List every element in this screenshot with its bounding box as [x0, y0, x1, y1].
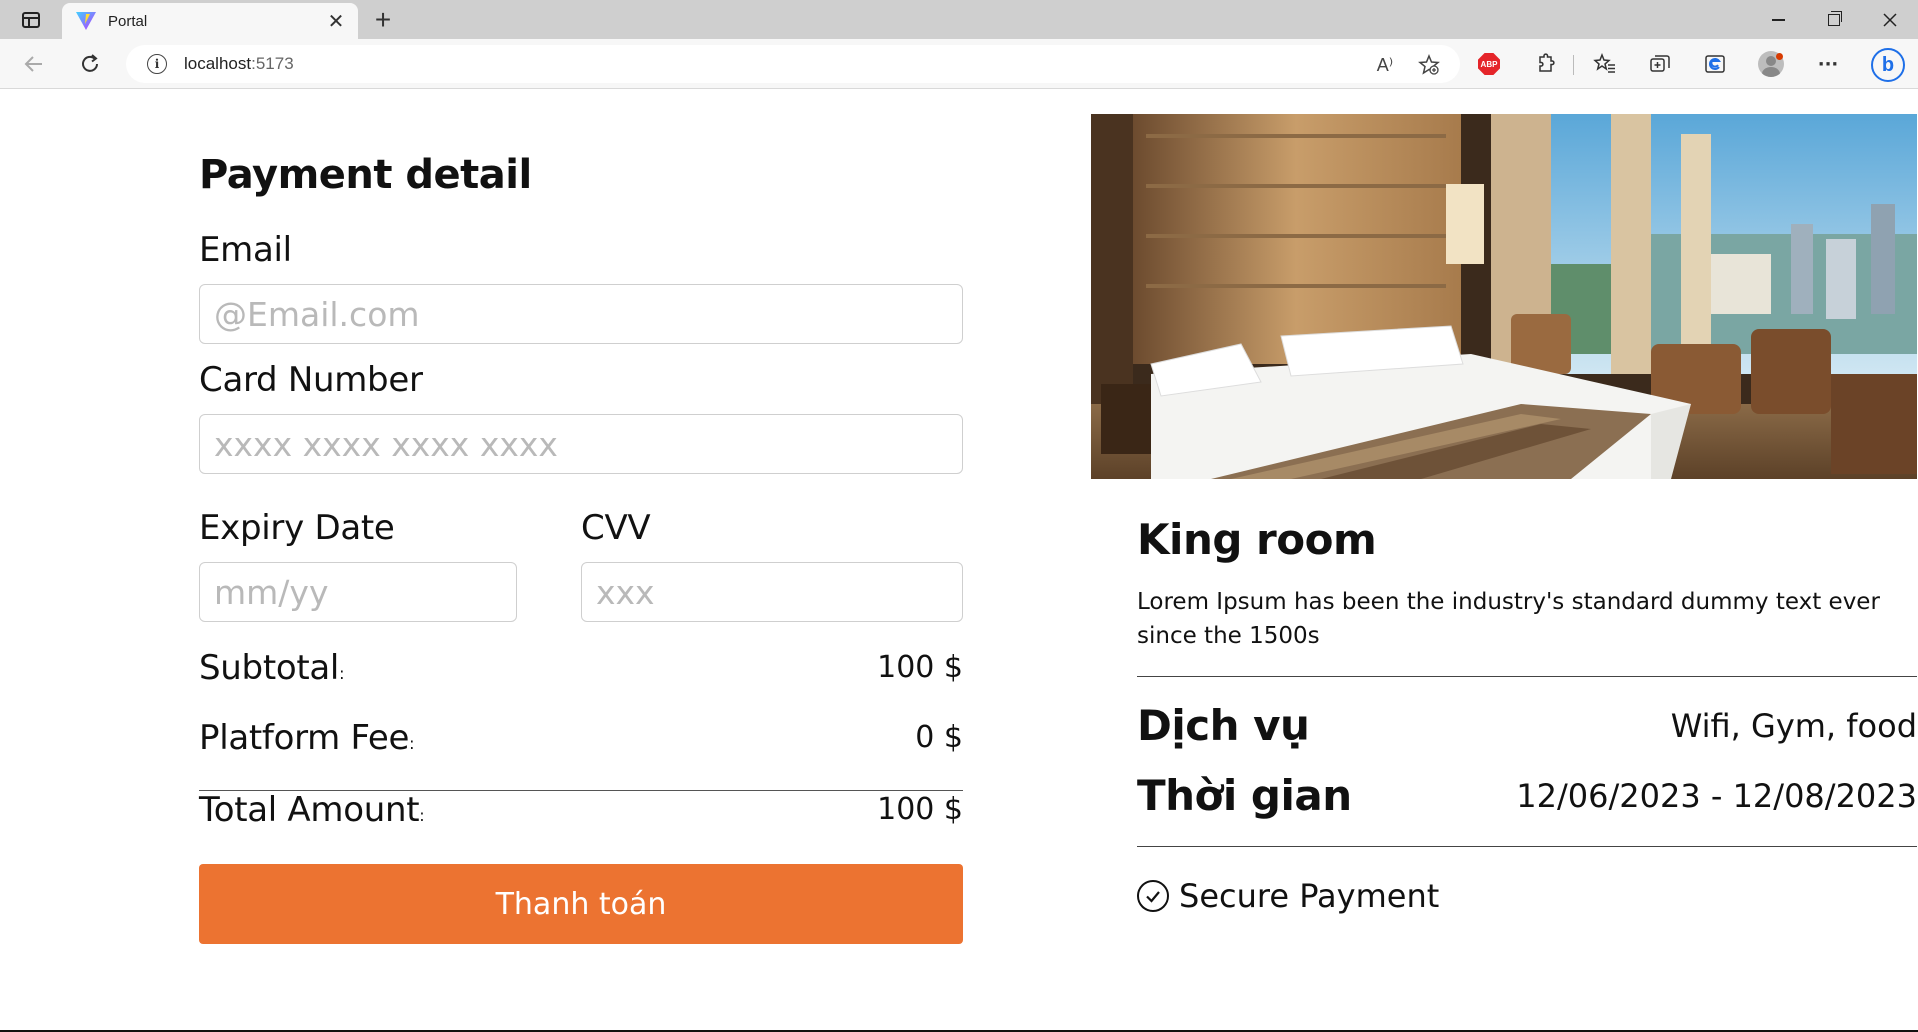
- toolbar-separator: [1573, 55, 1574, 75]
- room-divider-top: [1137, 676, 1917, 677]
- room-photo: [1091, 114, 1917, 479]
- address-bar[interactable]: i localhost:5173 A⁾: [126, 45, 1460, 83]
- total-amount-label: Total Amount:: [199, 790, 425, 830]
- tab-actions-icon[interactable]: [14, 7, 48, 33]
- platform-fee-value: 0 $: [915, 720, 963, 755]
- browser-toolbar: i localhost:5173 A⁾ ABP ··· b: [0, 39, 1918, 89]
- new-tab-button[interactable]: +: [368, 4, 398, 35]
- room-title: King room: [1137, 515, 1377, 564]
- total-amount-value: 100 $: [877, 792, 963, 827]
- profile-avatar[interactable]: [1756, 50, 1786, 78]
- favorites-icon[interactable]: [1590, 50, 1620, 78]
- time-value: 12/06/2023 - 12/08/2023: [1516, 777, 1917, 815]
- email-field[interactable]: [199, 284, 963, 344]
- expiry-date-label: Expiry Date: [199, 508, 395, 548]
- bing-copilot-icon[interactable]: b: [1868, 45, 1908, 85]
- cvv-label: CVV: [581, 508, 651, 548]
- platform-fee-label: Platform Fee:: [199, 718, 415, 758]
- page-content: Payment detail Email Card Number Expiry …: [0, 90, 1918, 1032]
- reload-button[interactable]: [73, 48, 107, 80]
- collections-icon[interactable]: [1645, 50, 1675, 78]
- services-value: Wifi, Gym, food: [1670, 707, 1917, 745]
- site-info-icon[interactable]: i: [147, 54, 167, 74]
- tab-title: Portal: [108, 12, 148, 30]
- back-button[interactable]: [17, 48, 51, 80]
- window-close-button[interactable]: [1862, 0, 1918, 39]
- url-text: localhost:5173: [184, 54, 294, 73]
- secure-payment-label: Secure Payment: [1179, 877, 1440, 915]
- room-description: Lorem Ipsum has been the industry's stan…: [1137, 589, 1880, 649]
- subtotal-label: Subtotal:: [199, 648, 345, 688]
- browser-tab-bar: Portal ✕ +: [0, 0, 1918, 39]
- page-title: Payment detail: [199, 152, 532, 198]
- more-menu-icon[interactable]: ···: [1813, 50, 1843, 78]
- tab-close-icon[interactable]: ✕: [322, 7, 350, 35]
- restore-button[interactable]: [1806, 0, 1862, 39]
- add-favorite-icon[interactable]: [1416, 53, 1442, 77]
- email-label: Email: [199, 230, 292, 270]
- subtotal-value: 100 $: [877, 650, 963, 685]
- card-number-label: Card Number: [199, 360, 423, 400]
- card-number-field[interactable]: [199, 414, 963, 474]
- secure-payment: Secure Payment: [1137, 877, 1439, 915]
- vite-favicon-icon: [74, 9, 98, 33]
- room-divider-bottom: [1137, 846, 1917, 847]
- edge-tools-icon[interactable]: [1700, 50, 1730, 78]
- minimize-button[interactable]: [1750, 0, 1806, 39]
- cvv-field[interactable]: [581, 562, 963, 622]
- adblock-plus-icon[interactable]: ABP: [1474, 50, 1504, 78]
- time-label: Thời gian: [1137, 771, 1352, 820]
- pay-button[interactable]: Thanh toán: [199, 864, 963, 944]
- expiry-date-field[interactable]: [199, 562, 517, 622]
- browser-tab[interactable]: Portal ✕: [62, 3, 358, 39]
- read-aloud-icon[interactable]: A⁾: [1372, 53, 1398, 77]
- services-label: Dịch vụ: [1137, 701, 1310, 750]
- extensions-icon[interactable]: [1530, 50, 1560, 78]
- check-circle-icon: [1137, 880, 1169, 912]
